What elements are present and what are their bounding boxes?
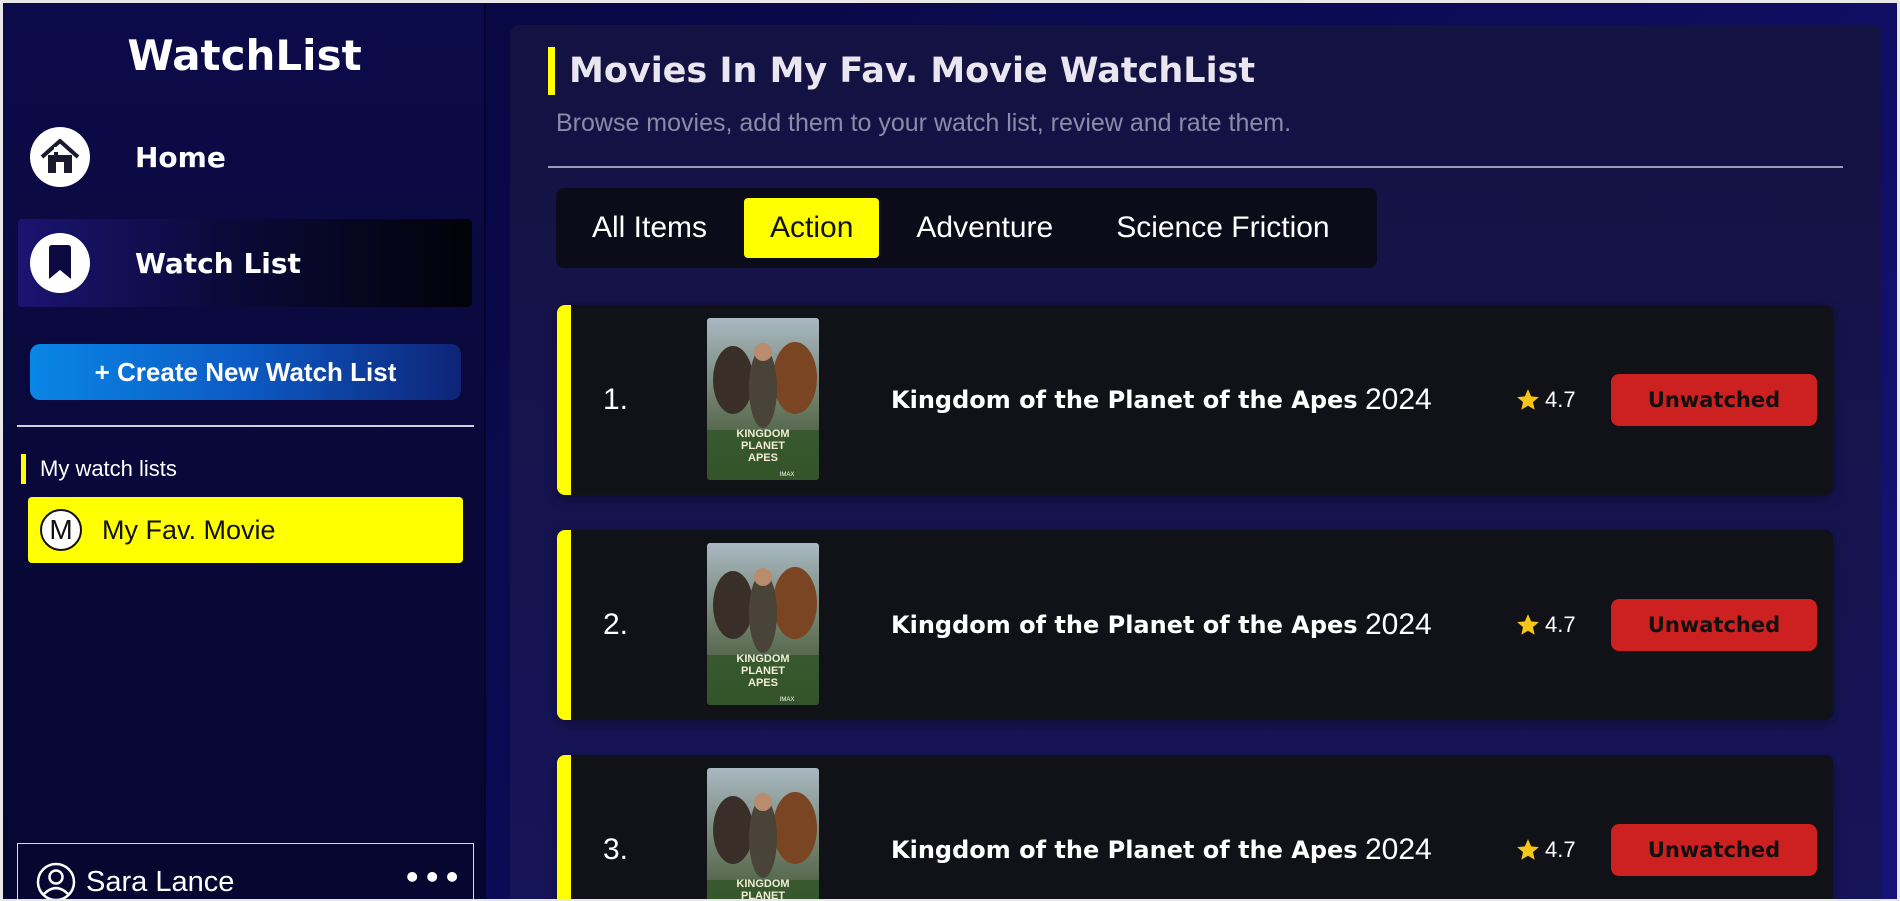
nav-item-home[interactable]: Home [18,113,472,201]
rating-value: 4.7 [1545,387,1576,412]
movie-year: 2024 [1365,608,1432,641]
page-title: Movies In My Fav. Movie WatchList [548,47,1255,95]
home-icon [30,127,90,187]
movie-title: Kingdom of the Planet of the Apes [891,386,1358,414]
movie-year: 2024 [1365,833,1432,866]
bookmark-icon [30,233,90,293]
category-tabs: All Items Action Adventure Science Frict… [556,188,1377,268]
svg-text:IMAX: IMAX [780,697,795,703]
movie-rating: 4.7 [1515,387,1576,413]
rating-value: 4.7 [1545,837,1576,862]
movie-title: Kingdom of the Planet of the Apes [891,611,1358,639]
nav-item-watch-list[interactable]: Watch List [18,219,472,307]
movie-rank: 1. [603,383,629,416]
user-name: Sara Lance [86,866,235,898]
svg-text:PLANET: PLANET [741,890,785,901]
more-horizontal-icon[interactable]: ••• [403,864,463,892]
svg-text:IMAX: IMAX [780,472,795,478]
tab-adventure[interactable]: Adventure [890,198,1079,258]
movie-poster: KINGDOM PLANET APES IMAX [707,768,819,901]
movie-poster: KINGDOM PLANET APES IMAX [707,318,819,480]
brand-title: WatchList [127,31,362,80]
nav-label-watch-list: Watch List [135,246,301,280]
nav-label-home: Home [135,140,226,174]
watch-list-item-my-fav-movie[interactable]: M My Fav. Movie [28,497,463,563]
tab-science-friction[interactable]: Science Friction [1090,198,1355,258]
movie-row[interactable]: 1. KINGDOM PLANET APES IMAX Kingdom of t… [557,305,1833,495]
movie-rank: 2. [603,608,629,641]
svg-text:APES: APES [748,677,778,689]
user-profile[interactable]: Sara Lance ••• [17,843,474,899]
section-label-my-watch-lists: My watch lists [21,454,177,484]
movie-row[interactable]: 3. KINGDOM PLANET APES [557,755,1833,901]
title-divider [548,166,1843,168]
movie-row[interactable]: 2. KINGDOM PLANET APES IMAX Kingdom of t… [557,530,1833,720]
main-panel: Movies In My Fav. Movie WatchList Browse… [510,25,1882,901]
star-icon [1517,614,1539,635]
status-button-unwatched[interactable]: Unwatched [1611,599,1817,651]
movie-rating: 4.7 [1515,612,1576,638]
sidebar: WatchList Home Watch List + Create New W… [3,3,486,899]
list-label: My Fav. Movie [102,514,276,545]
svg-text:KINGDOM: KINGDOM [736,428,789,440]
movie-title: Kingdom of the Planet of the Apes [891,836,1358,864]
movie-rank: 3. [603,833,629,866]
rating-value: 4.7 [1545,612,1576,637]
app-window: WatchList Home Watch List + Create New W… [0,0,1900,901]
movie-rating: 4.7 [1515,837,1576,863]
movie-year: 2024 [1365,383,1432,416]
list-avatar: M [40,509,82,551]
tab-all-items[interactable]: All Items [566,198,733,258]
star-icon [1517,839,1539,860]
svg-text:APES: APES [748,452,778,464]
page-subtitle: Browse movies, add them to your watch li… [556,109,1292,137]
sidebar-divider [17,425,474,427]
star-icon [1517,389,1539,410]
svg-text:KINGDOM: KINGDOM [736,878,789,890]
movie-poster: KINGDOM PLANET APES IMAX [707,543,819,705]
status-button-unwatched[interactable]: Unwatched [1611,374,1817,426]
svg-text:KINGDOM: KINGDOM [736,653,789,665]
svg-text:PLANET: PLANET [741,440,785,452]
create-watch-list-button[interactable]: + Create New Watch List [30,344,461,400]
tab-action[interactable]: Action [744,198,880,258]
svg-text:PLANET: PLANET [741,665,785,677]
user-circle-icon [36,862,76,899]
status-button-unwatched[interactable]: Unwatched [1611,824,1817,876]
